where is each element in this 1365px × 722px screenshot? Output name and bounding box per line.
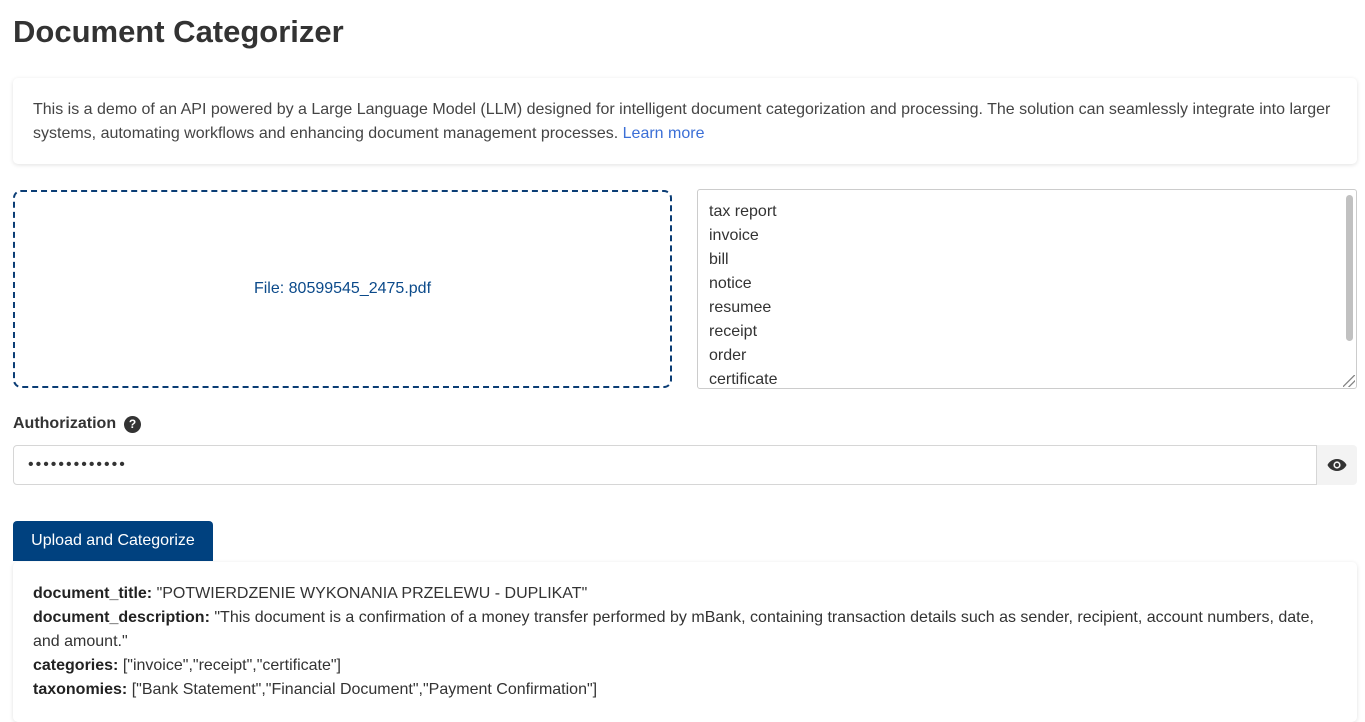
show-password-button[interactable] <box>1317 445 1357 485</box>
result-title: document_title: "POTWIERDZENIE WYKONANIA… <box>33 585 588 602</box>
upload-categorize-button[interactable]: Upload and Categorize <box>13 521 213 561</box>
category-line: certificate <box>709 371 778 388</box>
categories-textarea[interactable]: tax report invoice bill notice resumee r… <box>697 189 1357 389</box>
page-title: Document Categorizer <box>13 14 344 49</box>
category-line: resumee <box>709 299 772 316</box>
authorization-label-row: Authorization ? <box>13 415 142 433</box>
result-categories: categories: ["invoice","receipt","certif… <box>33 657 341 674</box>
category-line: receipt <box>709 323 758 340</box>
result-card: document_title: "POTWIERDZENIE WYKONANIA… <box>13 562 1357 722</box>
category-line: bill <box>709 251 729 268</box>
result-taxonomies: taxonomies: ["Bank Statement","Financial… <box>33 681 598 698</box>
category-line: tax report <box>709 203 777 220</box>
scrollbar[interactable] <box>1344 193 1354 373</box>
category-line: invoice <box>709 227 759 244</box>
learn-more-link[interactable]: Learn more <box>623 125 705 142</box>
category-line: notice <box>709 275 752 292</box>
help-icon[interactable]: ? <box>124 415 142 433</box>
resize-handle[interactable] <box>1343 375 1355 387</box>
result-description: document_description: "This document is … <box>33 609 1314 650</box>
file-dropzone[interactable]: File: 80599545_2475.pdf <box>13 190 672 388</box>
category-line: order <box>709 347 747 364</box>
authorization-label: Authorization <box>13 415 117 432</box>
scrollbar-thumb[interactable] <box>1346 195 1353 341</box>
file-label: File: 80599545_2475.pdf <box>253 280 432 297</box>
eye-icon <box>1327 459 1347 471</box>
intro-card: This is a demo of an API powered by a La… <box>13 78 1357 164</box>
authorization-input[interactable]: ••••••••••••• <box>13 445 1317 485</box>
